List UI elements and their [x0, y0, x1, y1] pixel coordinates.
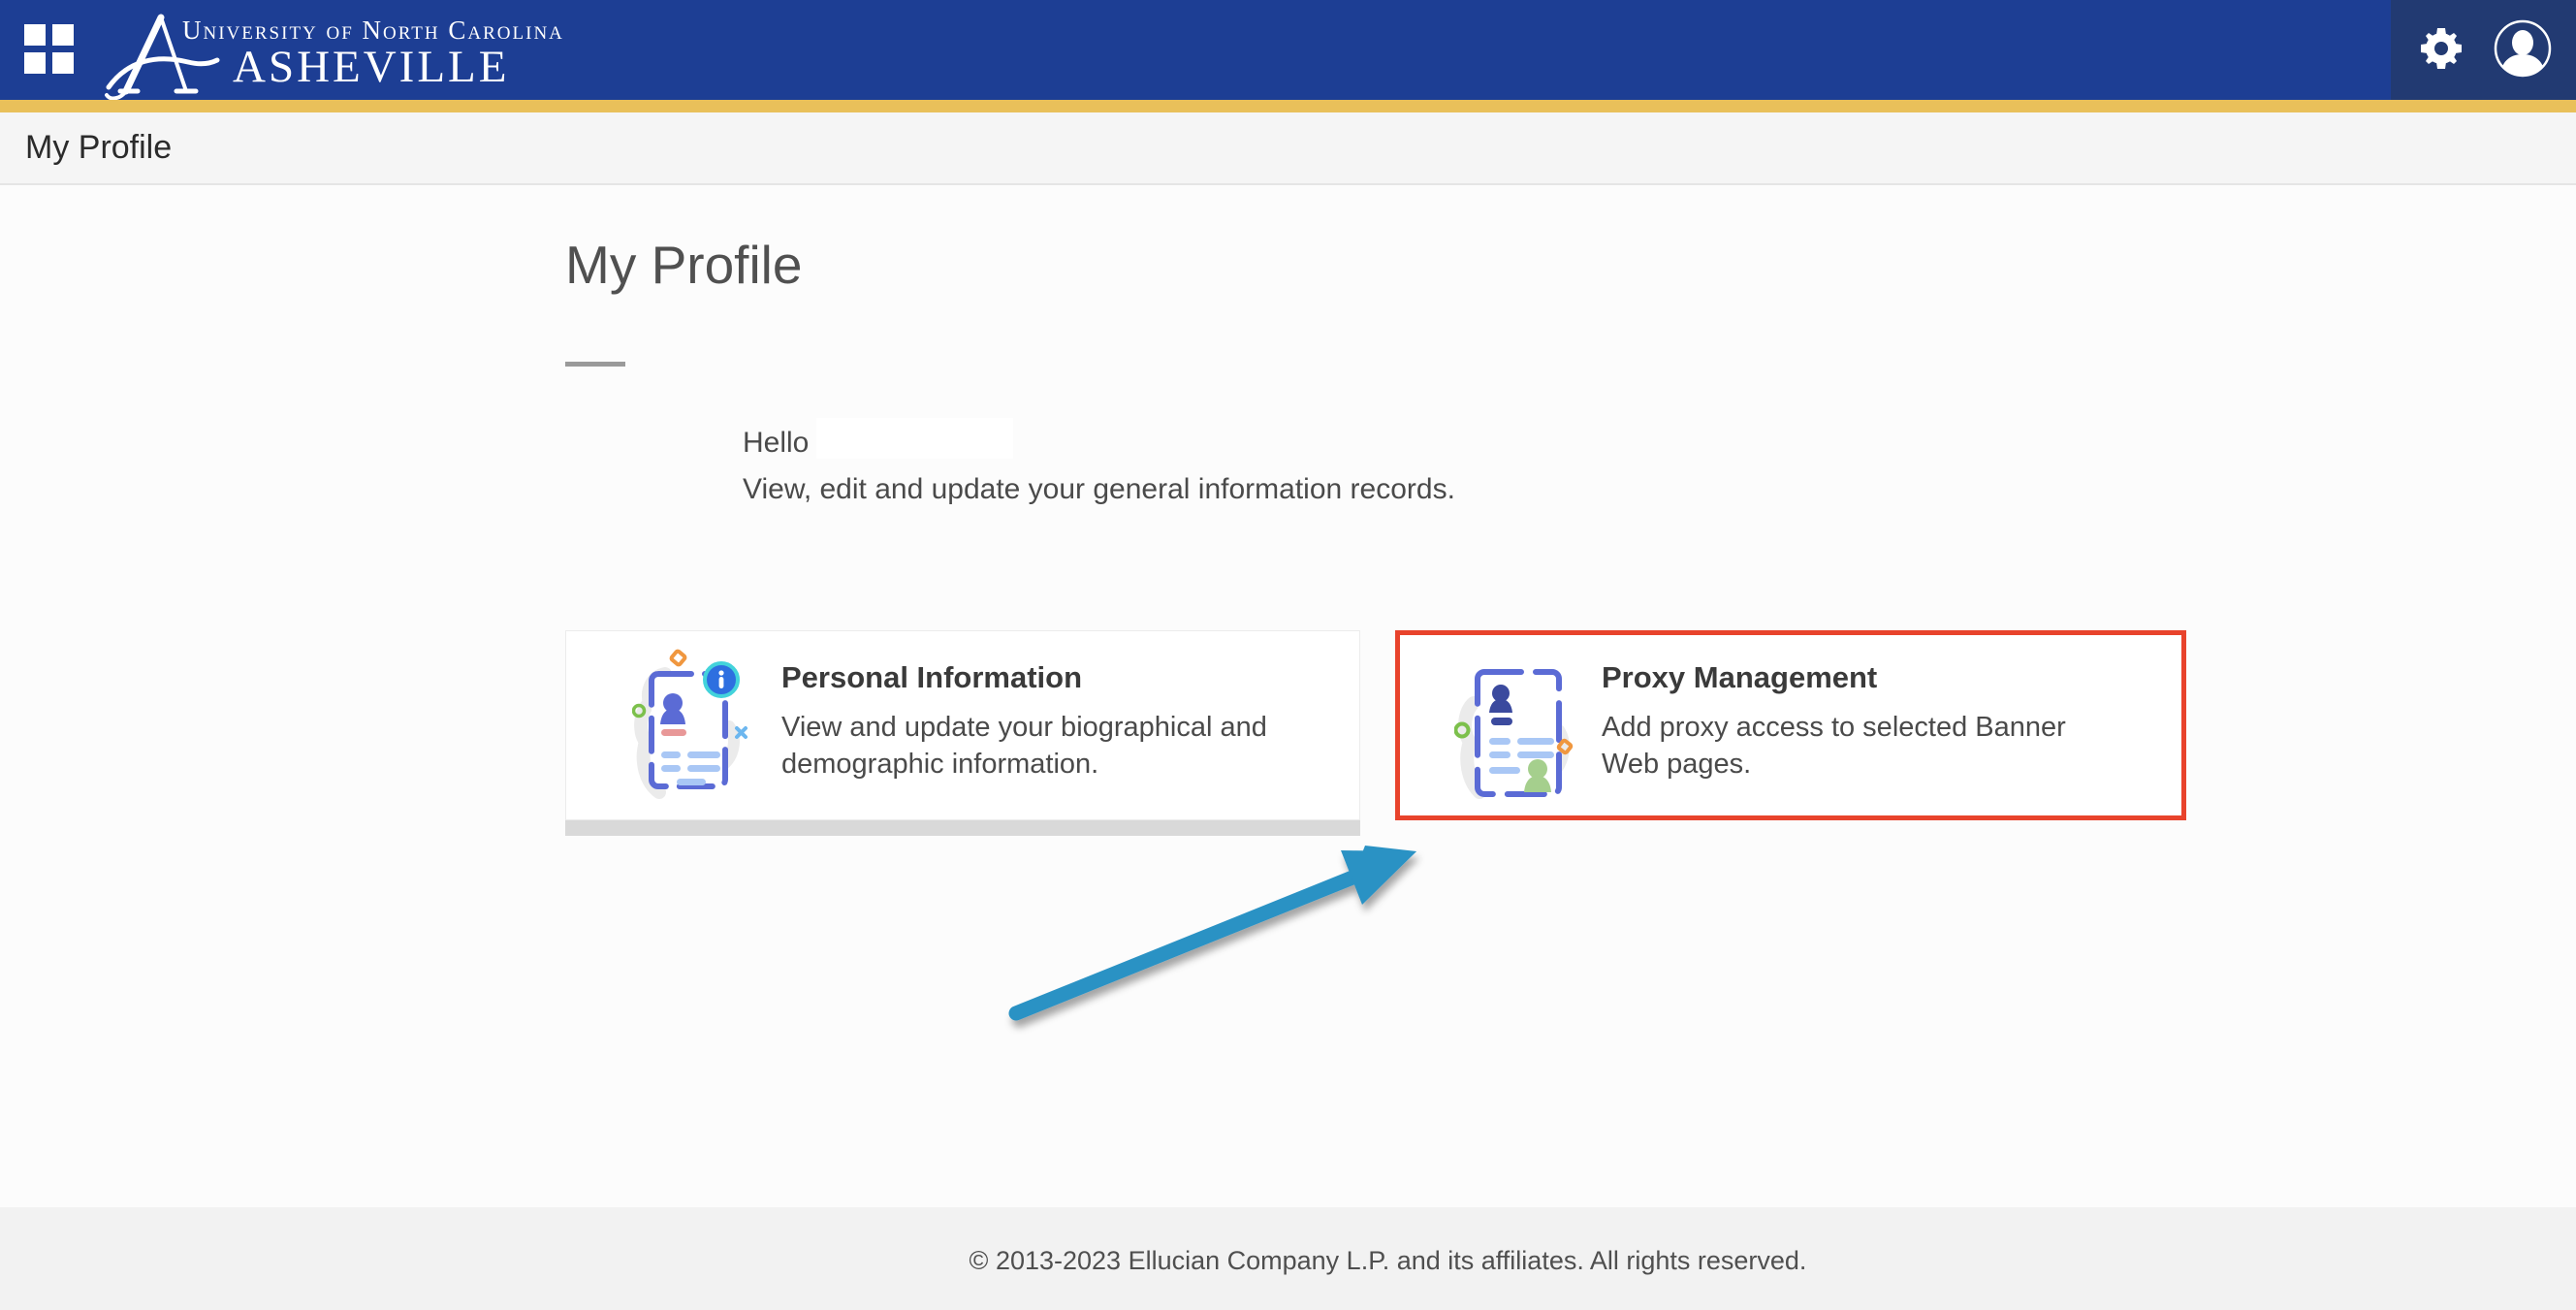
page-title: My Profile	[565, 236, 803, 294]
card-title: Personal Information	[781, 660, 1082, 695]
heading-divider	[565, 362, 625, 367]
card-bottom-strip	[565, 820, 1360, 836]
proxy-management-card[interactable]: Proxy Management Add proxy access to sel…	[1395, 630, 2186, 820]
profile-button[interactable]	[2492, 17, 2554, 82]
settings-button[interactable]	[2413, 20, 2469, 80]
redacted-name-box	[816, 418, 1013, 459]
copyright-text: © 2013-2023 Ellucian Company L.P. and it…	[0, 1246, 2576, 1276]
id-document-icon	[632, 647, 750, 802]
hello-label: Hello	[743, 427, 809, 460]
gold-accent-bar	[0, 100, 2576, 112]
proxy-document-icon	[1454, 651, 1580, 806]
greeting-description: View, edit and update your general infor…	[743, 471, 1455, 508]
page-footer: © 2013-2023 Ellucian Company L.P. and it…	[0, 1207, 2576, 1310]
logo-asheville-text: ASHEVILLE	[233, 46, 564, 88]
logo-university-text: University of North Carolina	[182, 17, 564, 44]
navbar-right-panel	[2391, 0, 2576, 100]
personal-information-card[interactable]: Personal Information View and update you…	[565, 630, 1360, 820]
card-bottom-strip	[1399, 816, 2182, 828]
gear-icon	[2413, 20, 2469, 77]
top-navbar: University of North Carolina ASHEVILLE	[0, 0, 2576, 100]
apps-menu-button[interactable]	[24, 24, 77, 77]
greeting-block: Hello View, edit and update your general…	[743, 427, 1455, 508]
main-content: My Profile Hello View, edit and update y…	[0, 187, 2576, 1207]
user-avatar-icon	[2492, 17, 2554, 80]
breadcrumb-page-title: My Profile	[25, 129, 172, 167]
card-description: View and update your biographical and de…	[781, 709, 1276, 783]
card-description: Add proxy access to selected Banner Web …	[1602, 709, 2125, 783]
breadcrumb: My Profile	[0, 112, 2576, 185]
apps-grid-icon	[24, 24, 46, 46]
card-title: Proxy Management	[1602, 660, 1877, 695]
